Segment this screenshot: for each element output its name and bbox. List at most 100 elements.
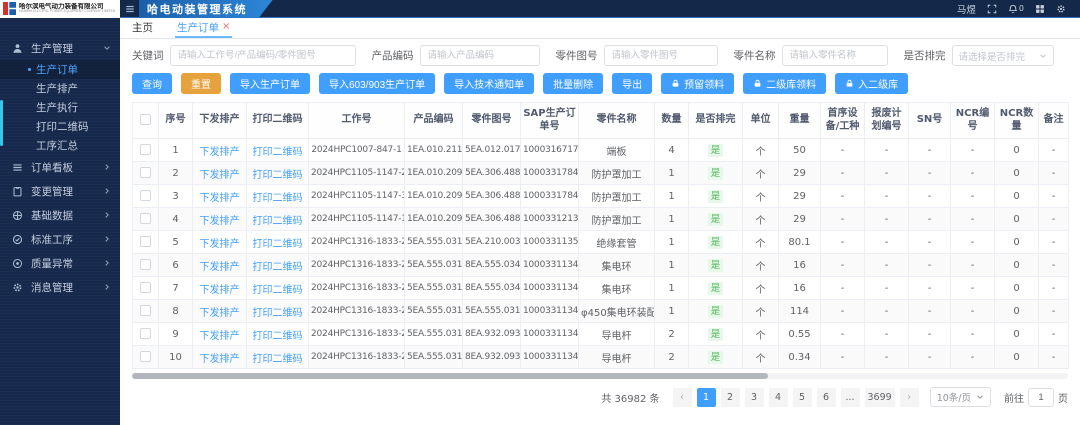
- keyword-input[interactable]: [170, 45, 356, 66]
- page-button-3[interactable]: 3: [745, 388, 764, 407]
- print-qrcode-link[interactable]: 打印二维码: [253, 262, 303, 273]
- cell-sap-order-no: 10003312139: [521, 208, 579, 231]
- sidebar-item-change-management[interactable]: 变更管理: [0, 179, 120, 203]
- row-checkbox[interactable]: [140, 213, 151, 224]
- row-checkbox[interactable]: [140, 190, 151, 201]
- page-size-select[interactable]: 10条/页: [930, 387, 991, 407]
- settings-gear-icon[interactable]: [1056, 4, 1066, 14]
- import-production-order-button[interactable]: 导入生产订单: [230, 73, 310, 94]
- page-button-1[interactable]: 1: [697, 388, 716, 407]
- page-button-3699[interactable]: 3699: [865, 388, 895, 407]
- print-qrcode-link[interactable]: 打印二维码: [253, 239, 303, 250]
- close-icon[interactable]: ×: [222, 22, 230, 32]
- dispatch-link[interactable]: 下发排产: [200, 239, 240, 250]
- apps-grid-icon[interactable]: [1035, 4, 1045, 14]
- cell-qty: 1: [655, 162, 689, 185]
- collapse-sidebar-icon[interactable]: [125, 4, 135, 14]
- reset-button[interactable]: 重置: [181, 73, 221, 94]
- print-qrcode-link[interactable]: 打印二维码: [253, 331, 303, 342]
- sidebar-item-base-data[interactable]: 基础数据: [0, 203, 120, 227]
- query-button[interactable]: 查询: [132, 73, 172, 94]
- page-button-4[interactable]: 4: [769, 388, 788, 407]
- sidebar-item-quality-exception[interactable]: 质量异常: [0, 251, 120, 275]
- product-code-input[interactable]: [420, 45, 540, 66]
- cell-select: [133, 323, 159, 346]
- schedule-complete-select[interactable]: 请选择是否排完: [952, 45, 1054, 66]
- secondary-store-pick-button[interactable]: 二级库领料: [743, 73, 826, 94]
- header-sn-no: SN号: [909, 103, 951, 139]
- more-pages-button[interactable]: ...: [841, 388, 860, 407]
- cell-remark: -: [1039, 208, 1069, 231]
- dispatch-link[interactable]: 下发排产: [200, 193, 240, 204]
- sidebar-item-production-scheduling[interactable]: 生产排产: [0, 79, 120, 98]
- header-work-no: 工作号: [309, 103, 405, 139]
- row-checkbox[interactable]: [140, 236, 151, 247]
- print-qrcode-link[interactable]: 打印二维码: [253, 354, 303, 365]
- row-checkbox[interactable]: [140, 351, 151, 362]
- part-name-input[interactable]: [782, 45, 888, 66]
- print-qrcode-link[interactable]: 打印二维码: [253, 285, 303, 296]
- cell-work-no: 2024HPC1316-1833-2: [309, 277, 405, 300]
- row-checkbox[interactable]: [140, 328, 151, 339]
- dispatch-link[interactable]: 下发排产: [200, 331, 240, 342]
- row-checkbox[interactable]: [140, 305, 151, 316]
- sidebar-item-production-management[interactable]: 生产管理: [0, 36, 120, 60]
- sidebar-item-message-management[interactable]: 消息管理: [0, 275, 120, 299]
- dispatch-link[interactable]: 下发排产: [200, 147, 240, 158]
- fullscreen-icon[interactable]: [987, 4, 997, 14]
- page-button-6[interactable]: 6: [817, 388, 836, 407]
- sidebar-item-print-qrcode[interactable]: 打印二维码: [0, 117, 120, 136]
- cell-weight: 29: [779, 162, 821, 185]
- page-button-2[interactable]: 2: [721, 388, 740, 407]
- cell-first-device: -: [821, 254, 865, 277]
- next-page-button[interactable]: ›: [900, 388, 919, 407]
- print-qrcode-link[interactable]: 打印二维码: [253, 170, 303, 181]
- dispatch-link[interactable]: 下发排产: [200, 170, 240, 181]
- reserve-material-button[interactable]: 预留领料: [661, 73, 734, 94]
- print-qrcode-link[interactable]: 打印二维码: [253, 147, 303, 158]
- page-button-5[interactable]: 5: [793, 388, 812, 407]
- print-qrcode-link[interactable]: 打印二维码: [253, 216, 303, 227]
- cell-weight: 16: [779, 277, 821, 300]
- dispatch-link[interactable]: 下发排产: [200, 216, 240, 227]
- export-button[interactable]: 导出: [612, 73, 652, 94]
- cell-dispatch: 下发排产: [193, 300, 247, 323]
- dispatch-link[interactable]: 下发排产: [200, 262, 240, 273]
- prev-page-button[interactable]: ‹: [673, 388, 692, 407]
- username[interactable]: 马煜: [957, 2, 976, 16]
- cell-schedule-complete: 是: [689, 346, 743, 369]
- tab-home[interactable]: 主页: [130, 18, 155, 38]
- sidebar-item-order-board[interactable]: 订单看板: [0, 155, 120, 179]
- filter-product-code: 产品编码: [372, 45, 540, 66]
- row-checkbox[interactable]: [140, 167, 151, 178]
- sidebar-item-production-order[interactable]: 生产订单: [0, 60, 120, 79]
- sidebar-item-standard-process[interactable]: 标准工序: [0, 227, 120, 251]
- batch-delete-button[interactable]: 批量删除: [543, 73, 603, 94]
- horizontal-scrollbar-thumb[interactable]: [132, 373, 768, 379]
- goto-page-input[interactable]: [1028, 388, 1054, 407]
- tab-production-order[interactable]: 生产订单 ×: [175, 18, 232, 38]
- print-qrcode-link[interactable]: 打印二维码: [253, 193, 303, 204]
- dispatch-link[interactable]: 下发排产: [200, 354, 240, 365]
- dispatch-link[interactable]: 下发排产: [200, 308, 240, 319]
- tab-home-label: 主页: [132, 20, 153, 35]
- sidebar-scrollbar[interactable]: [0, 100, 3, 146]
- orders-table: 序号下发排产打印二维码工作号产品编码零件图号SAP生产订单号零件名称数量是否排完…: [132, 102, 1068, 369]
- horizontal-scrollbar[interactable]: [132, 373, 1068, 379]
- import-603-903-order-button[interactable]: 导入603/903生产订单: [319, 73, 435, 94]
- sidebar-item-process-summary[interactable]: 工序汇总: [0, 136, 120, 155]
- row-checkbox[interactable]: [140, 282, 151, 293]
- sidebar-item-production-execution[interactable]: 生产执行: [0, 98, 120, 117]
- cell-remark: -: [1039, 300, 1069, 323]
- row-checkbox[interactable]: [140, 259, 151, 270]
- select-all-checkbox[interactable]: [140, 114, 151, 125]
- part-drawing-no-input[interactable]: [604, 45, 718, 66]
- import-tech-notice-button[interactable]: 导入技术通知单: [444, 73, 534, 94]
- row-checkbox[interactable]: [140, 144, 151, 155]
- into-secondary-store-button[interactable]: 入二级库: [835, 73, 908, 94]
- bell-icon[interactable]: 0: [1008, 4, 1024, 14]
- print-qrcode-link[interactable]: 打印二维码: [253, 308, 303, 319]
- cell-sap-order-no: 10003167172: [521, 139, 579, 162]
- dispatch-link[interactable]: 下发排产: [200, 285, 240, 296]
- cell-first-device: -: [821, 139, 865, 162]
